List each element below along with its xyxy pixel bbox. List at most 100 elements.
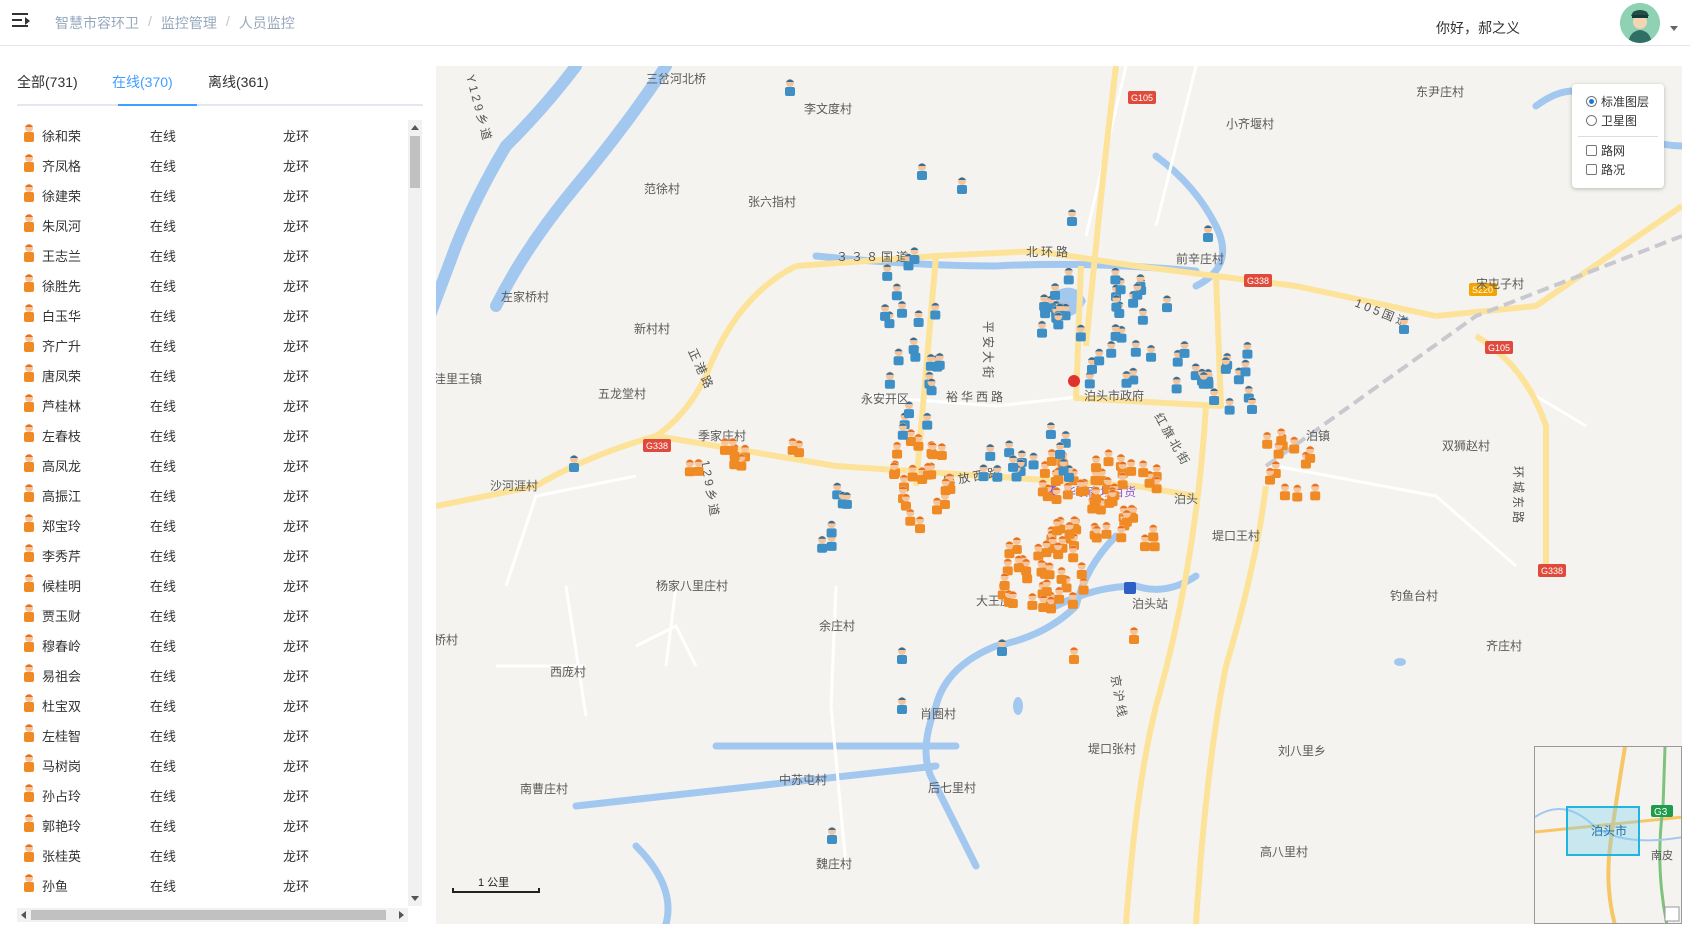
breadcrumb-item-home[interactable]: 智慧市容环卫	[55, 13, 139, 33]
worker-body	[1067, 217, 1077, 226]
worker-cap	[1244, 386, 1253, 389]
avatar-icon	[1620, 3, 1660, 43]
worker-body	[1037, 328, 1048, 338]
radio-satellite[interactable]	[1586, 115, 1597, 126]
worker-marker-online	[1091, 486, 1102, 504]
scroll-left-icon[interactable]	[21, 911, 26, 919]
checkbox-traffic[interactable]	[1586, 164, 1597, 175]
worker-body	[999, 581, 1010, 591]
worker-row[interactable]: 李秀芹 在线 龙环	[17, 540, 407, 570]
worker-marker-offline	[1004, 440, 1015, 458]
worker-body	[736, 461, 747, 471]
worker-marker-online	[915, 516, 926, 534]
scroll-up-icon[interactable]	[411, 125, 419, 130]
worker-cap	[1102, 522, 1111, 525]
worker-row[interactable]: 张桂英 在线 龙环	[17, 840, 407, 870]
scroll-thumb[interactable]	[410, 136, 420, 188]
worker-cap	[1277, 428, 1286, 432]
worker-cap	[1290, 437, 1299, 440]
radio-standard[interactable]	[1586, 96, 1597, 107]
worker-icon	[24, 724, 34, 742]
worker-body	[1011, 472, 1022, 482]
worker-cap	[1038, 321, 1047, 324]
worker-row[interactable]: 易祖会 在线 龙环	[17, 660, 407, 690]
layer-option-roadnet[interactable]: 路网	[1586, 142, 1625, 159]
tab-online[interactable]: 在线(370)	[112, 72, 173, 92]
place-label: 泊头市政府	[1084, 388, 1144, 403]
overview-map[interactable]: 泊头市 G3 南皮	[1534, 746, 1682, 924]
worker-row[interactable]: 郭艳玲 在线 龙环	[17, 810, 407, 840]
worker-marker-offline	[1055, 441, 1066, 459]
layer-option-traffic[interactable]: 路况	[1586, 161, 1625, 178]
worker-marker-online	[1107, 489, 1118, 507]
worker-cap	[1180, 341, 1189, 344]
worker-row[interactable]: 左春枝 在线 龙环	[17, 420, 407, 450]
worker-cap	[1138, 308, 1147, 311]
layer-option-label: 路网	[1601, 144, 1626, 158]
worker-icon	[24, 244, 34, 262]
worker-body	[1027, 600, 1038, 610]
svg-text:G3: G3	[1654, 807, 1668, 818]
worker-row[interactable]: 候桂明 在线 龙环	[17, 570, 407, 600]
worker-marker-offline	[1008, 454, 1019, 472]
worker-row[interactable]: 王志兰 在线 龙环	[17, 240, 407, 270]
worker-row[interactable]: 贾玉财 在线 龙环	[17, 600, 407, 630]
worker-row[interactable]: 朱凤河 在线 龙环	[17, 210, 407, 240]
worker-icon	[24, 154, 34, 172]
scroll-thumb-horizontal[interactable]	[31, 910, 386, 920]
worker-row[interactable]: 徐建荣 在线 龙环	[17, 180, 407, 210]
worker-body	[1144, 478, 1155, 488]
worker-cap	[818, 536, 827, 539]
worker-body	[1008, 462, 1019, 472]
worker-row[interactable]: 高振江 在线 龙环	[17, 480, 407, 510]
worker-row[interactable]: 徐胜先 在线 龙环	[17, 270, 407, 300]
worker-row[interactable]: 左桂智 在线 龙环	[17, 720, 407, 750]
worker-body	[1046, 604, 1057, 614]
worker-marker-offline	[1084, 371, 1095, 389]
worker-row[interactable]: 杜宝双 在线 龙环	[17, 690, 407, 720]
worker-body	[1305, 453, 1316, 463]
worker-body	[693, 466, 704, 476]
tab-offline[interactable]: 离线(361)	[208, 72, 269, 92]
worker-body	[785, 87, 795, 96]
worker-row[interactable]: 孙鱼 在线 龙环	[17, 870, 407, 900]
worker-row[interactable]: 穆春岭 在线 龙环	[17, 630, 407, 660]
user-menu-caret-icon[interactable]	[1670, 26, 1678, 31]
checkbox-roadnet[interactable]	[1586, 145, 1597, 156]
worker-body	[893, 356, 904, 366]
worker-row[interactable]: 唐凤荣 在线 龙环	[17, 360, 407, 390]
worker-row[interactable]: 孙占玲 在线 龙环	[17, 780, 407, 810]
worker-icon	[24, 664, 34, 682]
list-vertical-scrollbar[interactable]	[408, 120, 422, 906]
scroll-right-icon[interactable]	[399, 911, 404, 919]
layer-option-satellite[interactable]: 卫星图	[1586, 112, 1637, 129]
worker-marker-online	[684, 459, 695, 477]
worker-marker-offline	[1146, 344, 1157, 362]
worker-marker-offline	[992, 464, 1003, 482]
worker-row[interactable]: 白玉华 在线 龙环	[17, 300, 407, 330]
scroll-down-icon[interactable]	[411, 896, 419, 901]
worker-body	[1033, 551, 1044, 561]
worker-region: 龙环	[283, 669, 310, 684]
worker-body	[915, 524, 926, 534]
tab-all[interactable]: 全部(731)	[17, 72, 78, 92]
list-horizontal-scrollbar[interactable]	[17, 908, 408, 922]
worker-row[interactable]: 郑宝玲 在线 龙环	[17, 510, 407, 540]
worker-row[interactable]: 齐凤格 在线 龙环	[17, 150, 407, 180]
worker-row[interactable]: 芦桂林 在线 龙环	[17, 390, 407, 420]
layer-option-standard[interactable]: 标准图层	[1586, 93, 1649, 110]
worker-row[interactable]: 徐和荣 在线 龙环	[17, 120, 407, 150]
worker-row[interactable]: 马树岗 在线 龙环	[17, 750, 407, 780]
user-avatar[interactable]	[1620, 3, 1660, 43]
worker-body	[1273, 449, 1284, 459]
worker-row[interactable]: 高凤龙 在线 龙环	[17, 450, 407, 480]
worker-row[interactable]: 齐广升 在线 龙环	[17, 330, 407, 360]
worker-cap	[1042, 579, 1051, 583]
map-canvas[interactable]: G105G338G338S220G105G338三岔河北桥李文度村范徐村张六指村…	[436, 66, 1682, 924]
breadcrumb-item-monitoring[interactable]: 监控管理	[161, 13, 217, 33]
worker-icon	[24, 184, 34, 202]
map-view[interactable]: G105 G338 G338 S220 G105 G338 三岔河北桥 李文度村 范徐村 张六指村…	[436, 66, 1682, 924]
menu-toggle-icon[interactable]	[12, 11, 32, 31]
road-label: Y129乡道	[463, 73, 495, 144]
worker-cap	[894, 348, 903, 352]
